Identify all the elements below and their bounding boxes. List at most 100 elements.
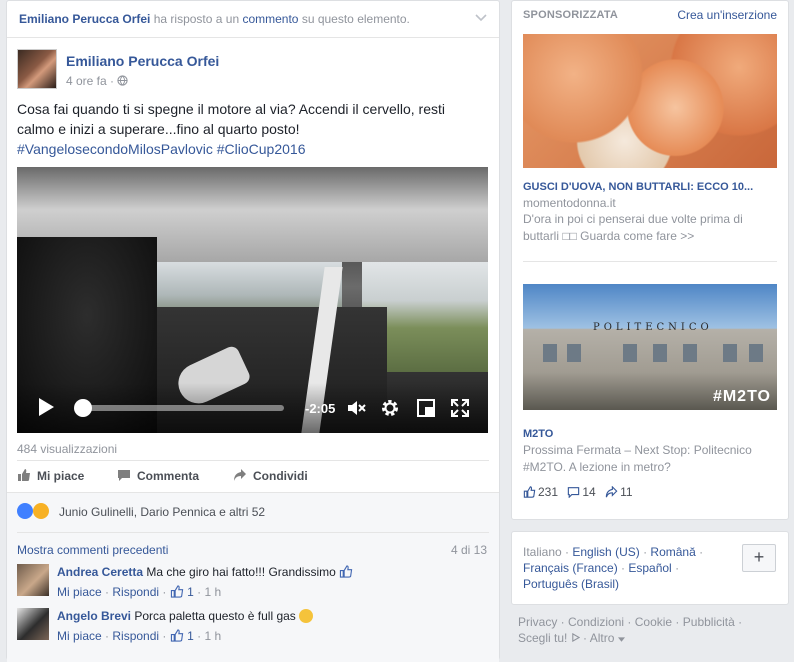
comment-like-count[interactable]: 1 bbox=[187, 629, 194, 643]
video-scrubber[interactable] bbox=[79, 405, 284, 411]
share-label: Condividi bbox=[253, 469, 308, 483]
comment-icon bbox=[568, 487, 580, 498]
post-timestamp[interactable]: 4 ore fa bbox=[66, 74, 107, 88]
post-hashtags[interactable]: #VangelosecondoMilosPavlovic #ClioCup201… bbox=[17, 139, 487, 159]
comment-like-link[interactable]: Mi piace bbox=[57, 629, 102, 643]
footer-link-terms[interactable]: Condizioni bbox=[568, 615, 624, 629]
ad-engagement-stats: 231 14 11 bbox=[523, 485, 639, 499]
ad-title[interactable]: GUSCI D'UOVA, NON BUTTARLI: ECCO 10... bbox=[523, 181, 777, 193]
footer-link-adchoices[interactable]: Scegli tu! bbox=[518, 631, 567, 645]
add-language-button[interactable]: + bbox=[742, 544, 776, 572]
ad-domain[interactable]: momentodonna.it bbox=[523, 196, 616, 210]
ad-page-name[interactable]: M2TO bbox=[523, 428, 553, 440]
view-count[interactable]: 484 visualizzazioni bbox=[17, 442, 117, 456]
thumbs-up-emoji-icon bbox=[340, 565, 353, 578]
comment-text: Porca paletta questo è full gas bbox=[134, 609, 296, 623]
divider bbox=[17, 532, 489, 533]
show-previous-comments-link[interactable]: Mostra commenti precedenti bbox=[17, 543, 168, 557]
comment-reply-link[interactable]: Rispondi bbox=[112, 585, 159, 599]
author-name[interactable]: Emiliano Perucca Orfei bbox=[66, 53, 219, 69]
like-button[interactable]: Mi piace bbox=[18, 469, 85, 483]
comment-item: Andrea Ceretta Ma che giro hai fatto!!! … bbox=[17, 564, 489, 604]
comments-section: Junio Gulinelli, Dario Pennica e altri 5… bbox=[7, 492, 499, 662]
footer-link-cookie[interactable]: Cookie bbox=[635, 615, 672, 629]
like-reaction-icon bbox=[17, 503, 33, 519]
grimace-emoji-icon bbox=[299, 609, 314, 623]
comment-body: Angelo Brevi Porca paletta questo è full… bbox=[57, 609, 314, 623]
ad-comments[interactable]: 14 bbox=[567, 485, 599, 499]
ad-description[interactable]: D'ora in poi ci penserai due volte prima… bbox=[523, 211, 763, 245]
ad-image-politecnico[interactable]: POLITECNICO #M2TO bbox=[523, 284, 777, 410]
language-link[interactable]: Français (France) bbox=[523, 561, 618, 575]
footer-link-more[interactable]: Altro bbox=[590, 631, 615, 645]
ad-image-building-text: POLITECNICO bbox=[593, 322, 713, 333]
footer-link-privacy[interactable]: Privacy bbox=[518, 615, 557, 629]
thumbs-up-icon bbox=[523, 486, 536, 498]
thumbs-up-icon bbox=[170, 629, 183, 642]
divider bbox=[523, 261, 777, 262]
like-label: Mi piace bbox=[37, 469, 85, 483]
comment-avatar[interactable] bbox=[17, 564, 49, 596]
post-text-line-2: calmo e inizi a superare...fino al quart… bbox=[17, 121, 300, 137]
comment-reply-link[interactable]: Rispondi bbox=[112, 629, 159, 643]
story-actor-link[interactable]: Emiliano Perucca Orfei bbox=[19, 12, 150, 26]
comment-text: Ma che giro hai fatto!!! Grandissimo bbox=[146, 565, 336, 579]
post-meta: 4 ore fa · bbox=[66, 74, 129, 88]
sponsored-panel: SPONSORIZZATA Crea un'inserzione GUSCI D… bbox=[511, 0, 789, 520]
comment-like-link[interactable]: Mi piace bbox=[57, 585, 102, 599]
share-icon bbox=[605, 486, 618, 498]
comment-avatar[interactable] bbox=[17, 608, 49, 640]
wow-reaction-icon bbox=[33, 503, 49, 519]
comment-time[interactable]: 1 h bbox=[204, 585, 221, 599]
language-link[interactable]: English (US) bbox=[572, 545, 639, 559]
comment-author[interactable]: Andrea Ceretta bbox=[57, 565, 143, 579]
share-icon bbox=[234, 469, 246, 481]
play-icon[interactable] bbox=[39, 398, 54, 416]
comment-item: Angelo Brevi Porca paletta questo è full… bbox=[17, 608, 489, 648]
ad-image-brand: #M2TO bbox=[712, 388, 771, 405]
ad-description[interactable]: Prossima Fermata – Next Stop: Politecnic… bbox=[523, 442, 773, 476]
share-button[interactable]: Condividi bbox=[234, 469, 308, 483]
current-language: Italiano bbox=[523, 545, 562, 559]
video-scrub-handle[interactable] bbox=[74, 399, 93, 417]
comment-label: Commenta bbox=[137, 469, 200, 483]
story-comment-link[interactable]: commento bbox=[242, 12, 298, 26]
globe-icon bbox=[117, 75, 129, 86]
ad-image-eggshells[interactable] bbox=[523, 34, 777, 168]
language-link[interactable]: Português (Brasil) bbox=[523, 577, 619, 591]
video-controls: -2:05 bbox=[17, 383, 488, 433]
post-actions: Mi piace Commenta Condividi bbox=[17, 460, 489, 492]
comment-button[interactable]: Commenta bbox=[118, 469, 200, 483]
comment-author[interactable]: Angelo Brevi bbox=[57, 609, 131, 623]
comment-count: 4 di 13 bbox=[450, 543, 487, 557]
miniplayer-icon[interactable] bbox=[415, 397, 437, 419]
video-player[interactable]: -2:05 bbox=[17, 167, 488, 433]
gear-icon[interactable] bbox=[379, 397, 401, 419]
author-avatar[interactable] bbox=[17, 49, 57, 89]
chevron-down-icon[interactable] bbox=[475, 11, 487, 23]
create-ad-link[interactable]: Crea un'inserzione bbox=[677, 8, 777, 22]
caret-down-icon bbox=[617, 637, 625, 642]
mute-icon[interactable] bbox=[345, 397, 367, 419]
footer-link-advertising[interactable]: Pubblicità bbox=[683, 615, 735, 629]
language-link[interactable]: Română bbox=[650, 545, 695, 559]
ad-shares[interactable]: 11 bbox=[605, 485, 633, 499]
comment-like-count[interactable]: 1 bbox=[187, 585, 194, 599]
reactions-text: Junio Gulinelli, Dario Pennica e altri 5… bbox=[59, 505, 266, 519]
story-mid-text: ha risposto a un bbox=[150, 12, 243, 26]
language-panel: Italiano · English (US) · Română · Franç… bbox=[511, 531, 789, 605]
post-text: Cosa fai quando ti si spegne il motore a… bbox=[17, 99, 487, 159]
comment-meta: Mi piace · Rispondi · 1 · 1 h bbox=[57, 585, 222, 599]
fullscreen-icon[interactable] bbox=[449, 397, 471, 419]
comment-meta: Mi piace · Rispondi · 1 · 1 h bbox=[57, 629, 222, 643]
post-card: Emiliano Perucca Orfei ha risposto a un … bbox=[6, 0, 500, 662]
video-time-remaining: -2:05 bbox=[305, 401, 336, 416]
comment-time[interactable]: 1 h bbox=[204, 629, 221, 643]
comment-body: Andrea Ceretta Ma che giro hai fatto!!! … bbox=[57, 565, 353, 579]
ad-likes[interactable]: 231 bbox=[523, 485, 561, 499]
story-header: Emiliano Perucca Orfei ha risposto a un … bbox=[7, 1, 499, 38]
story-tail-text: su questo elemento. bbox=[298, 12, 410, 26]
language-link[interactable]: Español bbox=[628, 561, 671, 575]
thumbs-up-icon bbox=[18, 469, 30, 481]
reactions-summary[interactable]: Junio Gulinelli, Dario Pennica e altri 5… bbox=[17, 503, 489, 521]
